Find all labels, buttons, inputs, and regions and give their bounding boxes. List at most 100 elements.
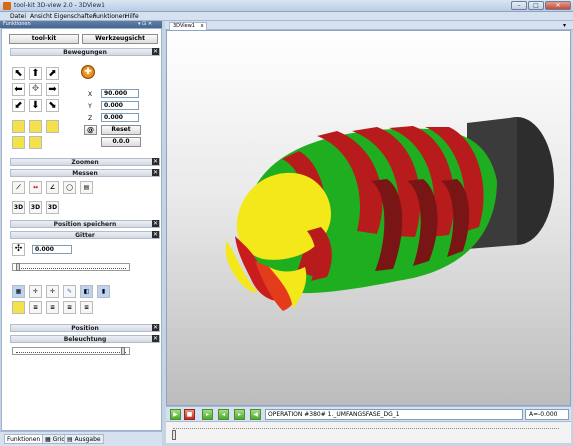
- toolkit-button[interactable]: tool-kit: [9, 34, 79, 44]
- grid-layer-icon[interactable]: ≡: [46, 301, 59, 314]
- arrow-right-icon[interactable]: ➡: [46, 83, 59, 96]
- section-position[interactable]: Position ✕: [10, 324, 160, 332]
- reset-button[interactable]: Reset: [101, 125, 141, 135]
- move-center-icon[interactable]: ✥: [29, 83, 42, 96]
- close-window-button[interactable]: ✕: [545, 1, 571, 10]
- close-icon[interactable]: ✕: [152, 231, 159, 238]
- step-forward-icon[interactable]: ▸: [202, 409, 213, 420]
- cube-view-icon[interactable]: [46, 120, 59, 133]
- grid-axis-icon[interactable]: ✛: [46, 285, 59, 298]
- arrow-left-icon[interactable]: ⬅: [12, 83, 25, 96]
- section-messen-label: Messen: [72, 170, 98, 177]
- section-position-speichern[interactable]: Position speichern ✕: [10, 220, 160, 228]
- window-title: tool-kit 3D-view 2.0 - 3DView1: [14, 2, 106, 9]
- app-icon: [3, 2, 11, 10]
- section-bewegungen-label: Bewegungen: [63, 49, 107, 56]
- section-bewegungen[interactable]: Bewegungen ✕: [10, 48, 160, 56]
- measure-3d-angle-icon[interactable]: 3D: [46, 201, 59, 214]
- grid-color-icon[interactable]: [12, 301, 25, 314]
- cube-view-icon[interactable]: [12, 136, 25, 149]
- grid-plane-icon[interactable]: ▦: [12, 285, 25, 298]
- arrow-up-icon[interactable]: ⬆: [29, 67, 42, 80]
- z-coordinate-input[interactable]: 0.000: [101, 113, 139, 122]
- slider-ticks: [16, 268, 126, 270]
- grid-pen-icon[interactable]: ✎: [63, 285, 76, 298]
- measure-circle-icon[interactable]: ◯: [63, 181, 76, 194]
- at-button[interactable]: @: [84, 125, 97, 135]
- slider-thumb[interactable]: [16, 263, 20, 271]
- close-tab-icon[interactable]: x: [201, 23, 204, 29]
- skip-back-icon[interactable]: ◂: [218, 409, 229, 420]
- maximize-button[interactable]: □: [528, 1, 544, 10]
- measure-3d-distance-icon[interactable]: 3D: [29, 201, 42, 214]
- tool-view-button[interactable]: Werkzeugsicht: [82, 34, 158, 44]
- close-icon[interactable]: ✕: [152, 158, 159, 165]
- arrow-up-left-icon[interactable]: ⬉: [12, 67, 25, 80]
- grid-slider[interactable]: [12, 263, 130, 271]
- lighting-slider[interactable]: [12, 347, 130, 355]
- tab-3dview1-label: 3DView1: [173, 23, 195, 29]
- grid-value-input[interactable]: 0.000: [32, 245, 72, 254]
- zero-origin-button[interactable]: 0.0.0: [101, 137, 141, 147]
- measure-distance-icon[interactable]: ↔: [29, 181, 42, 194]
- section-gitter-label: Gitter: [75, 232, 95, 239]
- measure-3d-line-icon[interactable]: 3D: [12, 201, 25, 214]
- grid-rotate-icon[interactable]: ✣: [12, 243, 25, 256]
- y-coordinate-input[interactable]: 0.000: [101, 101, 139, 110]
- tab-funktionen[interactable]: Funktionen: [4, 434, 44, 444]
- grid-toggle-icon[interactable]: ◧: [80, 285, 93, 298]
- stop-icon[interactable]: ■: [184, 409, 195, 420]
- measure-clipboard-icon[interactable]: ▤: [80, 181, 93, 194]
- menu-funktionen[interactable]: Funktionen: [93, 13, 126, 20]
- x-label: X: [87, 91, 93, 98]
- measure-angle-icon[interactable]: ∠: [46, 181, 59, 194]
- skip-forward-icon[interactable]: ▸: [234, 409, 245, 420]
- minimize-button[interactable]: –: [511, 1, 527, 10]
- close-icon[interactable]: ✕: [152, 220, 159, 227]
- slider-thumb[interactable]: [121, 347, 125, 355]
- menu-eigenschaften[interactable]: Eigenschaften: [54, 13, 97, 20]
- timeline-thumb[interactable]: [172, 430, 176, 440]
- tab-ausgabe-label: Ausgabe: [74, 436, 101, 443]
- measure-line-icon[interactable]: ⟋: [12, 181, 25, 194]
- timeline-track: [173, 428, 559, 429]
- cube-view-icon[interactable]: [29, 136, 42, 149]
- grid-layer-icon[interactable]: ≡: [80, 301, 93, 314]
- section-beleuchtung[interactable]: Beleuchtung ✕: [10, 335, 160, 343]
- grid-layer-icon[interactable]: ≡: [29, 301, 42, 314]
- close-icon[interactable]: ✕: [152, 48, 159, 55]
- grid-layer-icon[interactable]: ≡: [63, 301, 76, 314]
- arrow-down-right-icon[interactable]: ⬊: [46, 99, 59, 112]
- section-messen[interactable]: Messen ✕: [10, 169, 160, 177]
- cube-view-icon[interactable]: [12, 120, 25, 133]
- rewind-icon[interactable]: ◀: [250, 409, 261, 420]
- section-position-label: Position: [71, 325, 99, 332]
- menu-datei[interactable]: Datei: [10, 13, 26, 20]
- rotate-mode-icon[interactable]: ✚: [81, 65, 95, 79]
- grid-axis-icon[interactable]: ✛: [29, 285, 42, 298]
- menu-ansicht[interactable]: Ansicht: [30, 13, 52, 20]
- section-gitter[interactable]: Gitter ✕: [10, 231, 160, 239]
- title-bar: tool-kit 3D-view 2.0 - 3DView1 – □ ✕: [0, 0, 573, 12]
- tab-3dview1[interactable]: 3DView1 x: [169, 22, 207, 30]
- arrow-up-right-icon[interactable]: ⬈: [46, 67, 59, 80]
- section-zoomen[interactable]: Zoomen ✕: [10, 158, 160, 166]
- arrow-down-left-icon[interactable]: ⬋: [12, 99, 25, 112]
- timeline-slider[interactable]: [166, 421, 571, 443]
- chevron-down-icon[interactable]: ▾: [563, 22, 566, 29]
- tab-ausgabe[interactable]: ▤ Ausgabe: [64, 434, 104, 444]
- functions-panel-header: Funktionen ▾ ⊡ ✕: [0, 21, 162, 28]
- close-icon[interactable]: ✕: [152, 169, 159, 176]
- 3d-viewport[interactable]: [166, 30, 571, 406]
- x-coordinate-input[interactable]: 90.000: [101, 89, 139, 98]
- arrow-down-icon[interactable]: ⬇: [29, 99, 42, 112]
- close-icon[interactable]: ✕: [152, 324, 159, 331]
- cube-view-icon[interactable]: [29, 120, 42, 133]
- panel-controls[interactable]: ▾ ⊡ ✕: [138, 21, 152, 28]
- tool-3d-model: [225, 117, 554, 311]
- close-icon[interactable]: ✕: [152, 335, 159, 342]
- z-label: Z: [87, 115, 93, 122]
- menu-hilfe[interactable]: Hilfe: [125, 13, 139, 20]
- grid-toggle-icon[interactable]: ▮: [97, 285, 110, 298]
- play-icon[interactable]: ▶: [170, 409, 181, 420]
